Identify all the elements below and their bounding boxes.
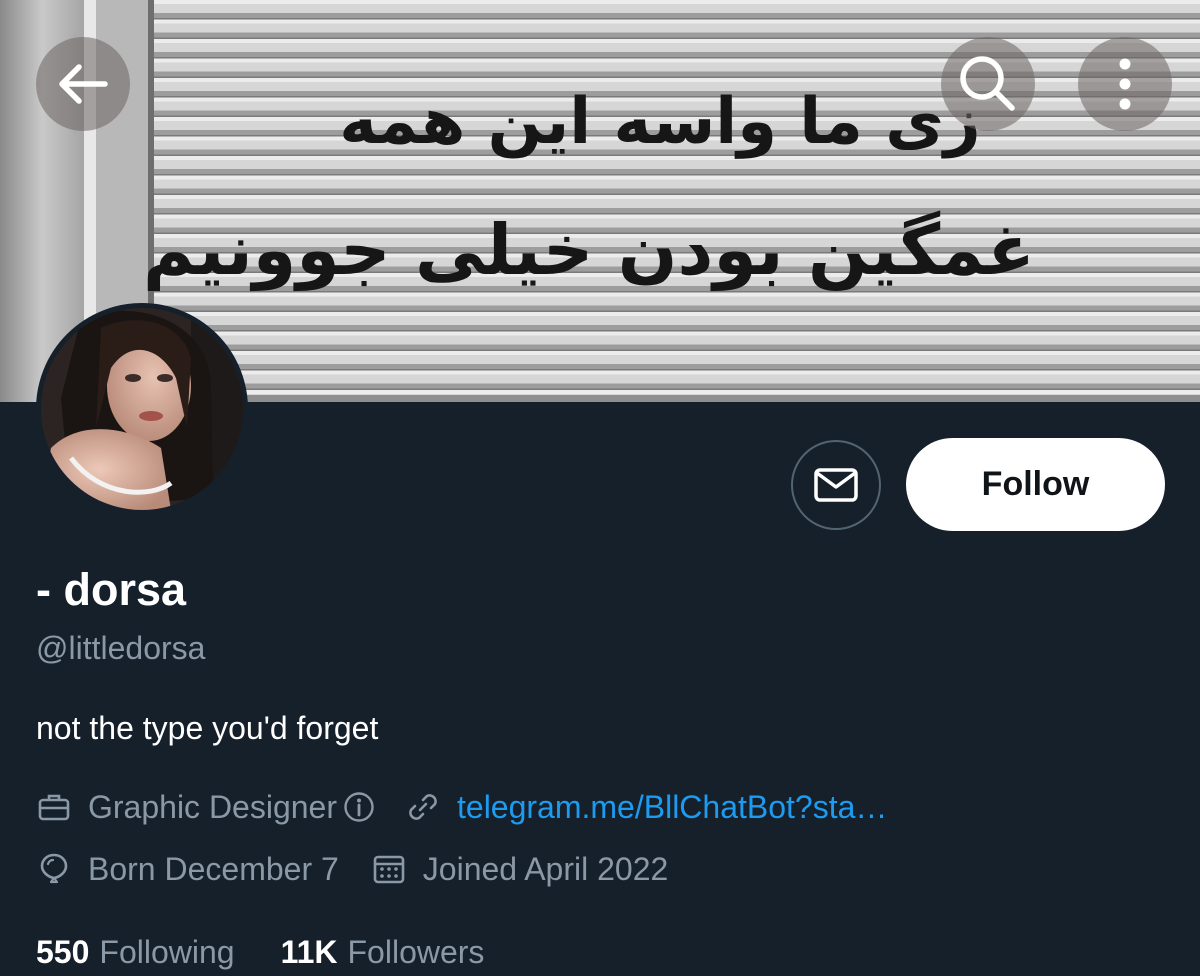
profile-page: زی ما واسه این همه غمگین بودن خیلی جوونی… xyxy=(0,0,1200,976)
joined-label: Joined April 2022 xyxy=(422,851,669,887)
follow-button[interactable]: Follow xyxy=(906,438,1165,531)
bio-text: not the type you'd forget xyxy=(36,710,379,746)
more-vertical-icon xyxy=(1119,58,1131,110)
website-item[interactable]: telegram.me/BllChatBot?sta… xyxy=(405,785,887,829)
joined-item: Joined April 2022 xyxy=(371,847,669,891)
followers-label: Followers xyxy=(347,934,485,970)
link-icon xyxy=(405,789,441,825)
avatar[interactable] xyxy=(36,303,248,515)
profile-meta-row-1: Graphic Designer telegram.me/BllChatBot?… xyxy=(36,785,887,829)
message-button[interactable] xyxy=(791,440,881,530)
profile-meta-row-2: Born December 7 Joined April 2022 xyxy=(36,847,668,891)
followers-stat[interactable]: 11K Followers xyxy=(281,930,485,974)
profession-item: Graphic Designer xyxy=(36,785,375,829)
birthday-label: Born December 7 xyxy=(88,851,339,887)
search-icon xyxy=(960,56,1015,111)
back-button[interactable] xyxy=(36,37,130,131)
balloon-icon xyxy=(36,851,72,887)
envelope-icon xyxy=(814,468,858,502)
website-link[interactable]: telegram.me/BllChatBot?sta… xyxy=(457,785,887,829)
calendar-icon xyxy=(371,851,407,887)
birthday-item: Born December 7 xyxy=(36,847,339,891)
following-label: Following xyxy=(99,934,235,970)
arrow-left-icon xyxy=(59,64,108,104)
display-name: - dorsa xyxy=(36,564,187,615)
search-button[interactable] xyxy=(941,37,1035,131)
follow-stats: 550 Following 11K Followers xyxy=(36,930,484,974)
info-icon[interactable] xyxy=(343,791,375,823)
followers-count: 11K xyxy=(280,934,338,970)
username-handle: @littledorsa xyxy=(36,630,206,666)
following-count: 550 xyxy=(36,934,90,970)
avatar-photo xyxy=(41,308,243,510)
following-stat[interactable]: 550 Following xyxy=(36,930,235,974)
briefcase-icon xyxy=(36,789,72,825)
more-options-button[interactable] xyxy=(1078,37,1172,131)
profession-label: Graphic Designer xyxy=(88,789,337,825)
